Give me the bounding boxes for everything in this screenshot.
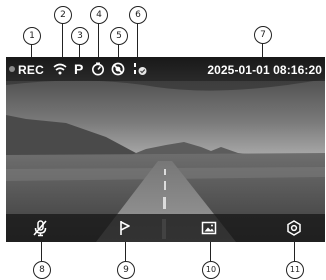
callout-1: 1 — [23, 27, 41, 45]
camera-live-view[interactable]: REC P 2025-01-01 08:16:20 — [6, 57, 325, 242]
mode-letter: P — [74, 61, 84, 77]
rec-label: REC — [18, 63, 44, 77]
datetime-display: 2025-01-01 08:16:20 — [207, 63, 322, 77]
callout-2: 2 — [54, 6, 72, 24]
callout-10-leader — [210, 242, 211, 261]
callout-9: 9 — [117, 261, 135, 279]
callout-10: 10 — [202, 261, 220, 279]
flag-icon — [120, 221, 130, 235]
photo-button[interactable] — [195, 216, 223, 240]
callout-9-leader — [125, 242, 126, 261]
settings-button[interactable] — [280, 216, 308, 240]
flag-button[interactable] — [111, 216, 139, 240]
callout-5: 5 — [110, 27, 128, 45]
callout-1-leader — [31, 44, 32, 57]
photo-icon — [201, 221, 217, 235]
microphone-battery-icon — [132, 61, 148, 82]
callout-6-leader — [137, 23, 138, 57]
callout-11-leader — [294, 242, 295, 261]
callout-2-leader — [62, 23, 63, 57]
wifi-icon — [53, 62, 67, 81]
callout-6: 6 — [129, 6, 147, 24]
callout-11: 11 — [286, 261, 304, 279]
bottom-toolbar — [6, 214, 325, 242]
callout-4: 4 — [90, 6, 108, 24]
settings-icon — [287, 220, 301, 236]
callout-7-leader — [262, 43, 263, 57]
record-dot-icon — [9, 66, 15, 72]
motion-detection-off-icon — [111, 62, 125, 81]
callout-3: 3 — [71, 27, 89, 45]
callout-7: 7 — [254, 26, 272, 44]
microphone-off-button[interactable] — [26, 216, 54, 240]
microphone-off-icon — [33, 220, 47, 237]
callout-4-leader — [98, 23, 99, 57]
callout-5-leader — [118, 44, 119, 57]
callout-3-leader — [79, 44, 80, 57]
timer-icon — [91, 62, 105, 81]
callout-8-leader — [41, 242, 42, 261]
callout-8: 8 — [33, 261, 51, 279]
status-bar: REC P 2025-01-01 08:16:20 — [6, 57, 325, 81]
